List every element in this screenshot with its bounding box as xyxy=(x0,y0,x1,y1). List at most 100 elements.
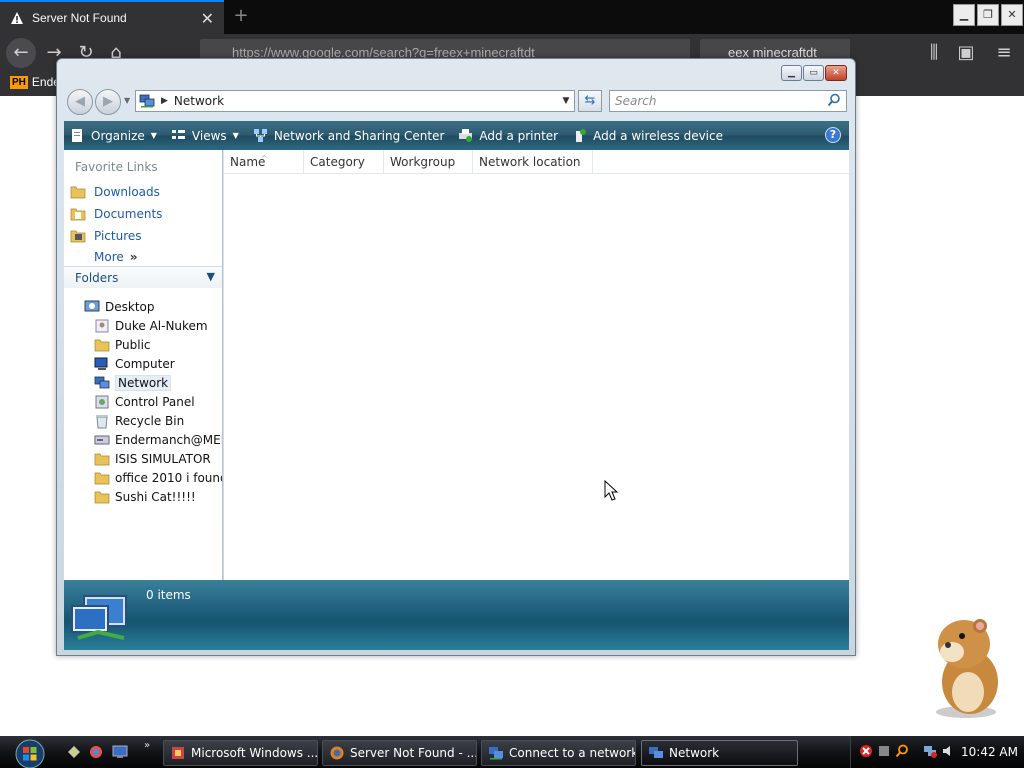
minimize-button[interactable]: ▁ xyxy=(781,65,802,81)
restore-icon[interactable]: ❐ xyxy=(977,4,999,26)
show-desktop-icon[interactable] xyxy=(112,744,128,760)
organize-button[interactable]: Organize ▼ xyxy=(70,128,157,143)
close-tab-icon[interactable]: ✕ xyxy=(201,9,214,28)
organize-icon xyxy=(72,129,82,142)
tree-item-control-panel[interactable]: Control Panel xyxy=(94,394,222,410)
add-printer-label: Add a printer xyxy=(479,128,559,143)
views-button[interactable]: Views ▼ xyxy=(171,128,239,143)
minimize-icon[interactable]: ▁ xyxy=(953,4,975,26)
refresh-button[interactable]: ⇆ xyxy=(578,90,602,112)
folders-header[interactable]: Folders ▼ xyxy=(64,266,222,288)
taskbar-button-connect-network[interactable]: Connect to a network xyxy=(481,740,636,766)
search-icon[interactable] xyxy=(827,93,841,107)
tree-item-isis-simulator[interactable]: ISIS SIMULATOR xyxy=(94,451,222,467)
new-tab-icon[interactable]: + xyxy=(230,5,252,27)
back-arrow-icon[interactable]: ← xyxy=(6,38,36,68)
security-alert-icon[interactable] xyxy=(859,744,873,758)
library-icon[interactable]: ⫼ xyxy=(920,40,948,66)
favorite-links-heading: Favorite Links xyxy=(75,160,158,174)
column-header-network-location[interactable]: Network location xyxy=(473,150,593,174)
network-drive-icon xyxy=(94,435,110,445)
address-dropdown-icon[interactable]: ▼ xyxy=(558,96,574,106)
network-large-icon xyxy=(71,595,127,640)
taskbar-button-firefox[interactable]: Server Not Found - ... xyxy=(322,740,477,766)
add-printer-button[interactable]: Add a printer xyxy=(458,128,558,143)
favorite-link-documents[interactable]: Documents xyxy=(70,206,162,222)
tree-item-recycle-bin[interactable]: Recycle Bin xyxy=(94,413,222,429)
quicklaunch-icon[interactable] xyxy=(66,744,82,760)
favorite-link-label: Pictures xyxy=(94,229,142,243)
favorite-link-downloads[interactable]: Downloads xyxy=(70,184,160,200)
tree-item-user[interactable]: Duke Al-Nukem xyxy=(94,318,222,334)
chevron-down-icon: ▼ xyxy=(206,270,215,283)
taskbar: » Microsoft Windows ... Server Not Found… xyxy=(0,736,1024,768)
favorite-link-pictures[interactable]: Pictures xyxy=(70,228,142,244)
tree-item-sushi-cat[interactable]: Sushi Cat!!!!! xyxy=(94,489,222,505)
sidebar-icon[interactable]: ▣ xyxy=(952,40,980,66)
volume-icon[interactable] xyxy=(941,744,955,758)
tree-item-public[interactable]: Public xyxy=(94,337,222,353)
firefox-icon xyxy=(330,746,344,760)
maximize-button[interactable]: ▭ xyxy=(803,65,824,81)
back-button[interactable]: ◀ xyxy=(67,89,93,115)
tree-item-label: Recycle Bin xyxy=(115,414,185,428)
favorite-link-label: Documents xyxy=(94,207,163,221)
hamster-mascot-image xyxy=(936,619,998,718)
close-button[interactable]: ✕ xyxy=(825,65,847,81)
tree-item-office-2010[interactable]: office 2010 i found c xyxy=(94,470,222,486)
tree-item-network-drive[interactable]: Endermanch@MEM xyxy=(94,432,222,448)
tree-item-desktop[interactable]: Desktop xyxy=(84,299,155,315)
taskbar-button-network[interactable]: Network xyxy=(641,740,798,766)
start-orb-icon[interactable] xyxy=(6,738,48,768)
search-icon[interactable] xyxy=(895,744,909,758)
tree-item-label: office 2010 i found c xyxy=(115,471,222,485)
network-icon xyxy=(489,747,503,760)
column-header-name[interactable]: ^ Name xyxy=(224,150,304,174)
tree-item-computer[interactable]: Computer xyxy=(94,356,222,372)
network-icon xyxy=(139,94,155,108)
tree-item-network[interactable]: Network xyxy=(94,375,222,391)
tree-item-label: Desktop xyxy=(105,300,155,314)
tree-item-label: Duke Al-Nukem xyxy=(115,319,208,333)
favorite-link-label: Downloads xyxy=(94,185,160,199)
quicklaunch-overflow-icon[interactable]: » xyxy=(144,740,150,751)
file-list[interactable]: ^ Name Category Workgroup Network locati… xyxy=(224,150,849,580)
network-sharing-center-button[interactable]: Network and Sharing Center xyxy=(253,128,445,143)
browser-tab[interactable]: Server Not Found ✕ xyxy=(0,0,224,34)
folder-icon xyxy=(70,186,86,199)
chevron-down-icon: ▼ xyxy=(232,131,239,140)
documents-folder-icon xyxy=(70,208,86,221)
column-header-category[interactable]: Category xyxy=(304,150,384,174)
taskbar-button-windows[interactable]: Microsoft Windows ... xyxy=(163,740,318,766)
forward-button[interactable]: ▶ xyxy=(95,89,121,115)
menu-icon[interactable]: ≡ xyxy=(990,40,1018,66)
help-icon[interactable]: ? xyxy=(825,127,841,143)
quicklaunch-icon[interactable] xyxy=(88,744,104,760)
add-wireless-device-button[interactable]: Add a wireless device xyxy=(572,128,723,143)
network-status-icon[interactable] xyxy=(923,744,937,758)
taskbar-button-label: Connect to a network xyxy=(509,746,636,760)
tray-app-icon[interactable] xyxy=(877,744,891,758)
close-icon[interactable]: ✕ xyxy=(1001,4,1023,26)
mouse-cursor-icon xyxy=(604,480,619,501)
printer-icon xyxy=(459,129,473,142)
folder-icon xyxy=(94,472,110,485)
network-explorer-window: ▁ ▭ ✕ ◀ ▶ ▼ ▶ Network ▼ ⇆ Search Organiz… xyxy=(56,58,856,656)
column-header-label: Network location xyxy=(479,155,581,169)
more-links-button[interactable]: More » xyxy=(94,250,138,264)
search-input[interactable]: Search xyxy=(609,90,847,112)
recent-pages-dropdown[interactable]: ▼ xyxy=(124,96,130,105)
breadcrumb-location[interactable]: Network xyxy=(174,94,558,108)
tree-item-label: Control Panel xyxy=(115,395,195,409)
folder-icon xyxy=(94,339,110,352)
breadcrumb-separator-icon[interactable]: ▶ xyxy=(161,96,168,106)
network-sharing-label: Network and Sharing Center xyxy=(273,128,445,143)
tree-item-label: Endermanch@MEM xyxy=(115,433,222,447)
column-header-label: Workgroup xyxy=(390,155,456,169)
bookmark-item[interactable]: PH Ende xyxy=(10,75,60,89)
search-placeholder: Search xyxy=(615,94,657,108)
clock[interactable]: 10:42 AM xyxy=(961,745,1018,759)
column-header-workgroup[interactable]: Workgroup xyxy=(384,150,473,174)
wireless-device-icon xyxy=(576,129,587,142)
address-bar[interactable]: ▶ Network ▼ xyxy=(135,90,575,112)
